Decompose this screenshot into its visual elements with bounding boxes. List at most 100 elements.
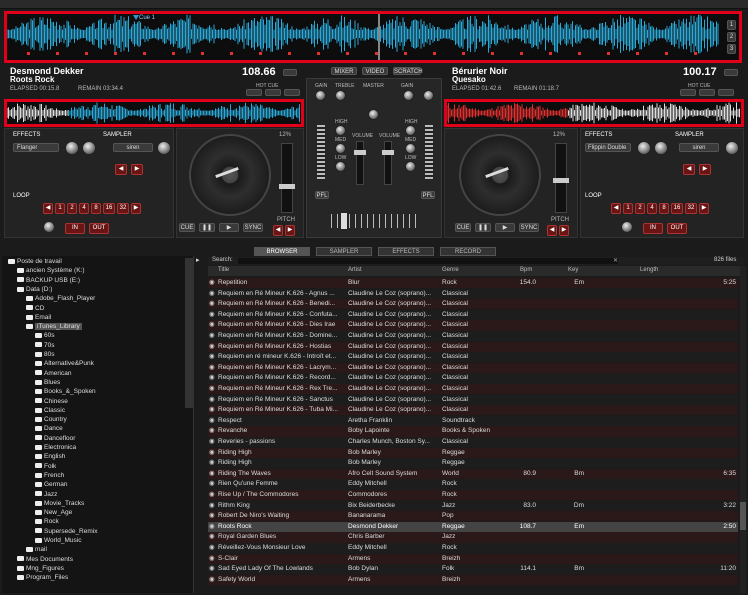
right-hot-cue-3[interactable]	[718, 89, 734, 96]
crossfader[interactable]	[331, 213, 419, 229]
right-sync-button[interactable]: SYNC	[519, 223, 539, 232]
column-header[interactable]: Bpm	[520, 267, 532, 273]
tree-node[interactable]: Classic	[35, 407, 65, 414]
tree-node[interactable]: Adobe_Flash_Player	[26, 295, 95, 302]
table-row[interactable]: ◉ Requiem en Ré Mineur K.626 - Rex Tre...…	[208, 384, 738, 395]
grid-scrollbar[interactable]	[740, 266, 746, 593]
table-row[interactable]: ◉ Riding High Bob Marley Reggae	[208, 458, 738, 469]
side-num-3[interactable]: 3	[727, 44, 736, 54]
tree-node[interactable]: Poste de travail	[8, 258, 62, 265]
right-loop-in-button[interactable]: IN	[643, 223, 663, 234]
left-loop-8[interactable]: 8	[91, 203, 101, 214]
right-play-button[interactable]: ▶	[495, 223, 515, 232]
left-effect-param1-knob[interactable]	[65, 141, 79, 155]
tree-node[interactable]: Supersede_Remix	[35, 528, 97, 535]
mixer-med-right-knob[interactable]	[405, 143, 416, 154]
tree-node[interactable]: Movie_Tracks	[35, 500, 84, 507]
tree-node[interactable]: Country	[35, 416, 67, 423]
table-row[interactable]: ◉ Requiem en Ré Mineur K.626 - Record... C…	[208, 373, 738, 384]
tree-node[interactable]: CD	[26, 305, 44, 312]
tree-node[interactable]: ancien Système (K:)	[17, 267, 85, 274]
right-cue-button[interactable]: CUE	[455, 223, 471, 232]
mixer-low-right-knob[interactable]	[405, 161, 416, 172]
right-hot-cue-1[interactable]	[680, 89, 696, 96]
table-row[interactable]: ◉ S-Clair Armens Breizh	[208, 553, 738, 564]
table-row[interactable]: ◉ Revanche Boby Lapointe Books & Spoken	[208, 426, 738, 437]
table-row[interactable]: ◉ Requiem en Ré Mineur K.626 - Benedi... C…	[208, 299, 738, 310]
left-loop-4[interactable]: 4	[79, 203, 89, 214]
mixer-tab-button[interactable]: MIXER	[331, 67, 357, 75]
right-bpm-toggle[interactable]	[724, 69, 738, 76]
crossfader-handle[interactable]	[341, 213, 347, 229]
tree-node[interactable]: mail	[26, 546, 47, 553]
right-pause-button[interactable]: ❚❚	[475, 223, 491, 232]
tree-node[interactable]: Folk	[35, 463, 56, 470]
tab-sampler[interactable]: SAMPLER	[316, 247, 372, 256]
table-row[interactable]: ◉ Requiem en Ré Mineur K.626 - Hostias Cla…	[208, 341, 738, 352]
right-deck-waveform[interactable]	[444, 99, 744, 127]
right-sampler-vol-knob[interactable]	[725, 141, 739, 155]
left-loop-1[interactable]: 1	[55, 203, 65, 214]
right-jog-wheel[interactable]	[459, 134, 541, 216]
column-header[interactable]: Artist	[348, 267, 362, 273]
left-sampler-select[interactable]: siren	[113, 143, 153, 152]
right-effect-param1-knob[interactable]	[637, 141, 651, 155]
tree-node[interactable]: Program_Files	[17, 574, 68, 581]
left-hot-cue-2[interactable]	[265, 89, 281, 96]
left-hot-cue-3[interactable]	[284, 89, 300, 96]
mixer-high-left-knob[interactable]	[335, 125, 346, 136]
right-effect-param2-knob[interactable]	[654, 141, 668, 155]
right-loop-forward[interactable]: ▶	[699, 203, 709, 214]
tree-node[interactable]: Blues	[35, 379, 60, 386]
table-row[interactable]: ◉ Requiem en Ré Mineur K.626 - Sanctus Cla…	[208, 394, 738, 405]
tree-node[interactable]: BACKUP USB (E:)	[17, 277, 80, 284]
tree-node[interactable]: Chinese	[35, 398, 68, 405]
table-row[interactable]: ◉ Requiem en Ré Mineur K.626 - Domine... C…	[208, 331, 738, 342]
overview-waveform[interactable]: Cue 1 1 2 3	[4, 11, 742, 63]
table-row[interactable]: ◉ Riding High Bob Marley Reggae	[208, 447, 738, 458]
table-row[interactable]: ◉ Rithm King Bix Beiderbecke Jazz 83.0 Dm 3:22	[208, 500, 738, 511]
table-row[interactable]: ◉ Requiem en Ré Mineur K.626 - Lacrym... C…	[208, 362, 738, 373]
table-row[interactable]: ◉ Requiem en Ré Mineur K.626 - Confuta...…	[208, 309, 738, 320]
right-loop-8[interactable]: 8	[659, 203, 669, 214]
mixer-volume-left-fader[interactable]	[354, 141, 366, 185]
right-pitch-handle[interactable]	[553, 178, 569, 183]
right-sampler-prev-button[interactable]: ◀	[683, 164, 695, 175]
tree-node[interactable]: Mng_Figures	[17, 565, 64, 572]
right-pitch-slider[interactable]	[553, 143, 569, 213]
folder-tree[interactable]: Poste de travail ancien Système (K:) BACKU…	[2, 256, 194, 593]
tree-node[interactable]: 70s	[35, 342, 54, 349]
mixer-gain-right-knob[interactable]	[403, 90, 414, 101]
tree-node[interactable]: World_Music	[35, 537, 81, 544]
right-sampler-select[interactable]: siren	[679, 143, 719, 152]
tree-node[interactable]: Rock	[35, 518, 59, 525]
mixer-volume-right-fader[interactable]	[382, 141, 394, 185]
tree-node[interactable]: Jazz	[35, 491, 57, 498]
column-header[interactable]: Length	[640, 267, 658, 273]
tree-node[interactable]: Dancefloor	[35, 435, 75, 442]
right-hot-cue-2[interactable]	[699, 89, 715, 96]
left-pitch-up[interactable]: ▶	[285, 225, 295, 236]
video-tab-button[interactable]: VIDEO	[362, 67, 388, 75]
tree-node[interactable]: 60s	[35, 332, 54, 339]
table-row[interactable]: ◉ Requiem en ré mineur K.626 - Introït et…	[208, 352, 738, 363]
left-pitch-down[interactable]: ◀	[273, 225, 283, 236]
right-shift-knob[interactable]	[621, 221, 633, 233]
tab-record[interactable]: RECORD	[440, 247, 496, 256]
tree-node[interactable]: Books_&_Spoken	[35, 388, 96, 395]
tab-effects[interactable]: EFFECTS	[378, 247, 434, 256]
column-header[interactable]: Key	[568, 267, 578, 273]
tree-node[interactable]: German	[35, 481, 67, 488]
mixer-gain-left-knob[interactable]	[315, 90, 326, 101]
right-sampler-play-button[interactable]: ▶	[699, 164, 711, 175]
left-pause-button[interactable]: ❚❚	[199, 223, 215, 232]
left-effect-param2-knob[interactable]	[82, 141, 96, 155]
left-bpm-toggle[interactable]	[283, 69, 297, 76]
mixer-med-left-knob[interactable]	[335, 143, 346, 154]
right-loop-back[interactable]: ◀	[611, 203, 621, 214]
left-sync-button[interactable]: SYNC	[243, 223, 263, 232]
left-loop-32[interactable]: 32	[117, 203, 129, 214]
tree-node[interactable]: Alternative&Punk	[35, 360, 94, 367]
table-row[interactable]: ◉ Requiem en Ré Mineur K.626 - Tuba Mi...…	[208, 405, 738, 416]
left-cue-button[interactable]: CUE	[179, 223, 195, 232]
